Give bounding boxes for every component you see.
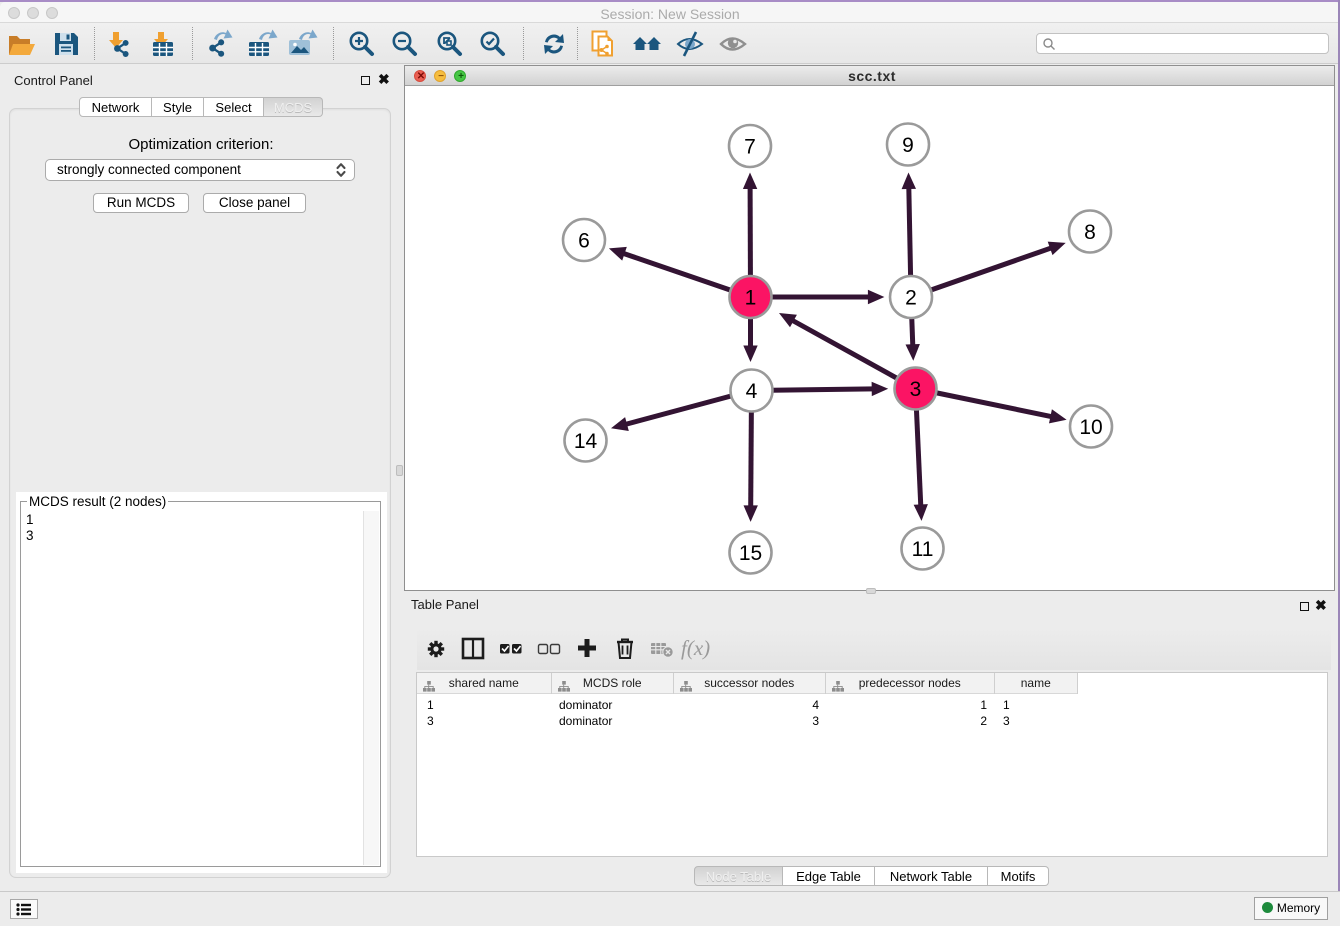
- svg-text:7: 7: [744, 136, 756, 159]
- svg-text:2: 2: [905, 287, 917, 310]
- svg-text:14: 14: [574, 430, 598, 453]
- svg-text:10: 10: [1079, 416, 1102, 439]
- svg-text:3: 3: [910, 378, 922, 401]
- svg-text:f(x): f(x): [681, 636, 710, 660]
- svg-text:4: 4: [746, 380, 758, 403]
- svg-text:11: 11: [912, 538, 934, 561]
- svg-text:6: 6: [578, 230, 590, 253]
- svg-text:9: 9: [902, 134, 914, 157]
- svg-text:1: 1: [745, 287, 757, 310]
- svg-text:15: 15: [739, 542, 762, 565]
- svg-text:8: 8: [1084, 221, 1096, 244]
